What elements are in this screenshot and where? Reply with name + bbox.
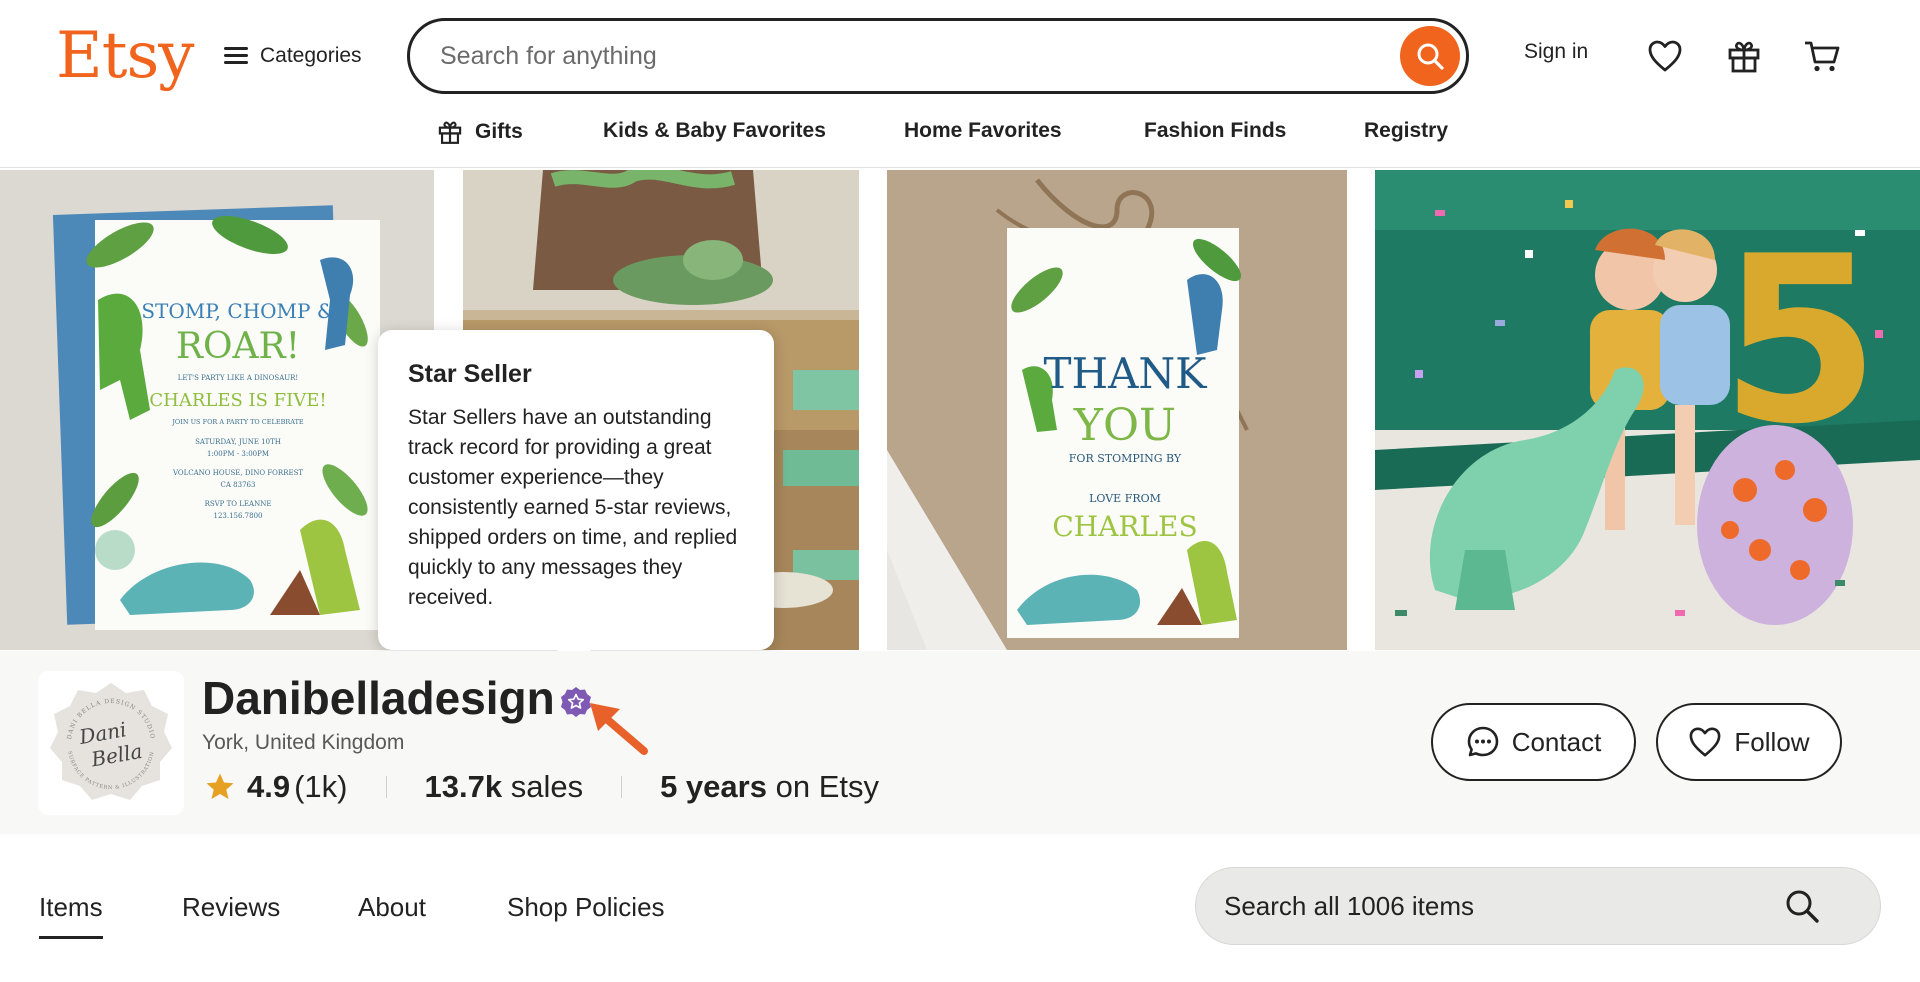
nav-item-kids-baby[interactable]: Kids & Baby Favorites — [603, 119, 826, 143]
shop-location: York, United Kingdom — [202, 731, 405, 754]
shop-sales-value: 13.7k — [424, 769, 503, 804]
tooltip-body: Star Sellers have an outstanding track r… — [408, 406, 738, 609]
cart-icon — [1805, 41, 1840, 72]
shop-header: DANI BELLA DESIGN STUDIO SURFACE PATTERN… — [0, 651, 1920, 834]
shop-rating: 4.9 — [247, 769, 291, 804]
message-icon — [1467, 726, 1498, 757]
shop-sales-label: sales — [510, 769, 584, 804]
shop-banner: STOMP, CHOMP & ROAR! LET'S PARTY LIKE A … — [0, 170, 1920, 784]
tab-about[interactable]: About — [358, 892, 426, 923]
shop-tabs: Items Reviews About Shop Policies — [0, 840, 1920, 982]
divider — [385, 776, 387, 798]
contact-button[interactable]: Contact — [1431, 703, 1636, 781]
contact-label: Contact — [1511, 726, 1602, 757]
follow-label: Follow — [1734, 726, 1810, 757]
shop-search-input[interactable] — [1224, 868, 1784, 944]
invitation-line-2: ROAR! — [176, 326, 300, 367]
heart-icon — [1648, 40, 1682, 72]
invitation-line-11: 123.156.7800 — [214, 512, 263, 520]
divider — [621, 776, 623, 798]
nav-item-label: Gifts — [475, 120, 523, 143]
category-nav: Gifts Kids & Baby Favorites Home Favorit… — [0, 113, 1920, 153]
shop-stats: 4.9 (1k) 13.7k sales 5 years on Etsy — [205, 767, 879, 807]
global-search — [407, 18, 1469, 94]
cart-button[interactable] — [1800, 34, 1844, 78]
favorites-button[interactable] — [1643, 34, 1687, 78]
annotation-arrow-icon — [590, 703, 648, 755]
nav-item-registry[interactable]: Registry — [1364, 119, 1448, 143]
shop-logo: DANI BELLA DESIGN STUDIO SURFACE PATTERN… — [38, 671, 184, 815]
tab-items[interactable]: Items — [39, 892, 103, 939]
categories-label: Categories — [260, 44, 362, 67]
invitation-line-5: JOIN US FOR A PARTY TO CELEBRATE — [171, 418, 304, 426]
invitation-line-8: VOLCANO HOUSE, DINO FORREST — [172, 469, 303, 477]
shop-rating-count[interactable]: (1k) — [294, 769, 347, 805]
etsy-logo[interactable]: Etsy — [56, 18, 194, 94]
invitation-line-3: LET'S PARTY LIKE A DINOSAUR! — [178, 374, 299, 382]
menu-icon — [224, 46, 248, 66]
shop-years-label: on Etsy — [775, 769, 879, 804]
search-button[interactable] — [1400, 26, 1460, 86]
thank-you-line-5: CHARLES — [1052, 510, 1197, 543]
tab-reviews[interactable]: Reviews — [182, 892, 280, 923]
follow-button[interactable]: Follow — [1656, 703, 1842, 781]
star-icon — [206, 773, 234, 799]
invitation-line-4: CHARLES IS FIVE! — [149, 390, 326, 411]
invitation-line-10: RSVP TO LEANNE — [205, 500, 272, 508]
thank-you-line-3: FOR STOMPING BY — [1069, 452, 1182, 465]
shop-name: Danibelladesign — [202, 672, 555, 724]
invitation-line-7: 1:00PM - 3:00PM — [207, 450, 269, 458]
thank-you-line-2: YOU — [1073, 400, 1176, 451]
search-icon — [1417, 43, 1444, 70]
invitation-line-9: CA 83763 — [221, 481, 256, 489]
site-header: Etsy Categories Sign in — [0, 0, 1920, 168]
categories-button[interactable]: Categories — [224, 36, 362, 76]
thank-you-line-4: LOVE FROM — [1089, 492, 1161, 505]
invitation-line-6: SATURDAY, JUNE 10TH — [195, 438, 281, 446]
search-input[interactable] — [440, 21, 1360, 91]
nav-item-gifts[interactable]: Gifts — [437, 119, 523, 145]
star-seller-tooltip: Star Seller Star Sellers have an outstan… — [378, 330, 774, 650]
tab-shop-policies[interactable]: Shop Policies — [507, 892, 665, 923]
shop-years-value: 5 years — [660, 769, 767, 804]
nav-item-home[interactable]: Home Favorites — [904, 119, 1062, 143]
invitation-line-1: STOMP, CHOMP & — [141, 299, 334, 323]
banner-image-kids-party: 5 — [1375, 170, 1920, 650]
thank-you-line-1: THANK — [1043, 349, 1208, 398]
gifts-button[interactable] — [1722, 34, 1766, 78]
heart-icon — [1689, 727, 1721, 757]
banner-image-invitation: STOMP, CHOMP & ROAR! LET'S PARTY LIKE A … — [0, 170, 434, 650]
banner-image-thank-you-tag: THANK YOU FOR STOMPING BY LOVE FROM CHAR… — [887, 170, 1347, 650]
gift-icon — [1728, 41, 1760, 73]
tooltip-title: Star Seller — [408, 360, 532, 388]
gift-icon — [438, 121, 462, 144]
nav-item-fashion[interactable]: Fashion Finds — [1144, 119, 1286, 143]
sign-in-link[interactable]: Sign in — [1524, 40, 1588, 64]
shop-search — [1195, 867, 1881, 945]
search-icon[interactable] — [1784, 888, 1820, 924]
